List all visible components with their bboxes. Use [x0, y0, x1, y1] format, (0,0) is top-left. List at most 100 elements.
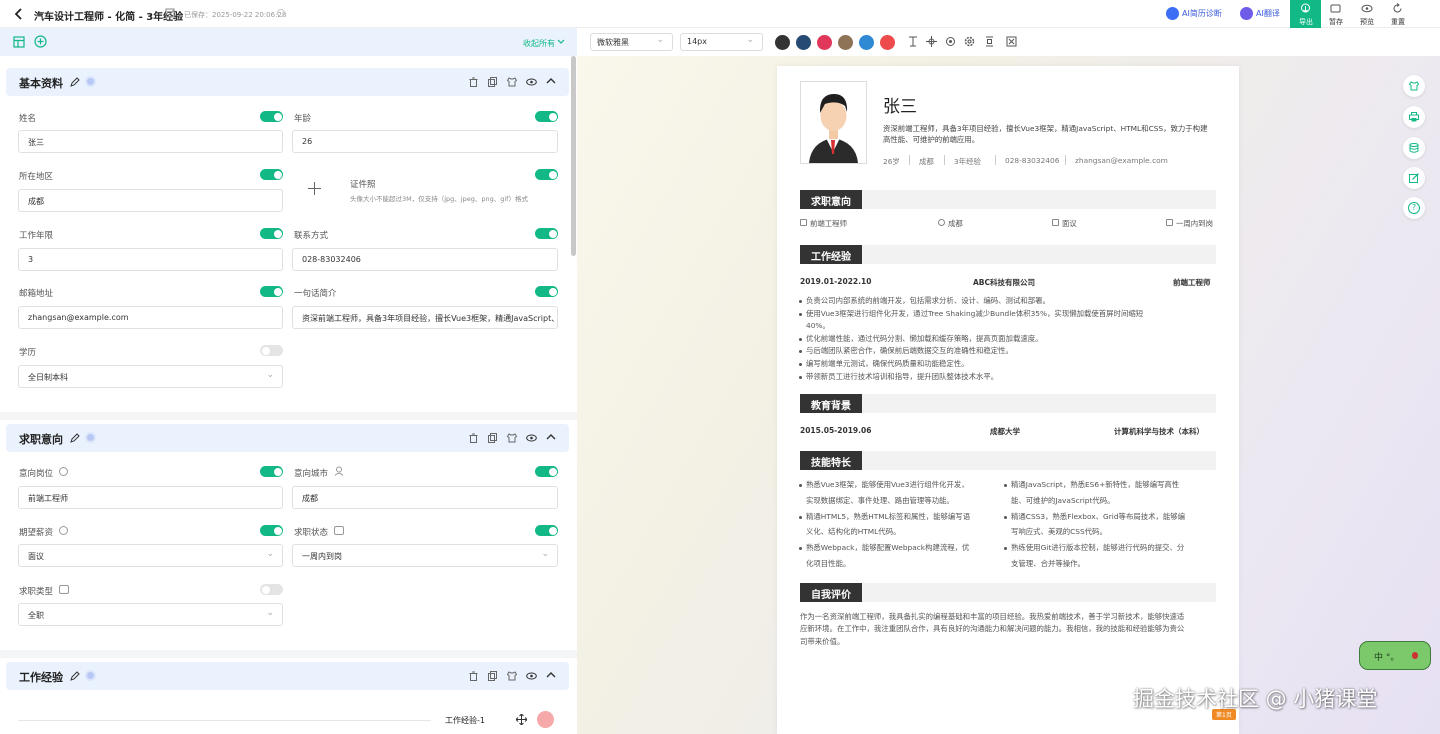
education-toggle[interactable] — [260, 345, 283, 356]
photo-hint: 头像大小不能超过3M，仅支持（jpg、jpeg、png、gif）格式 — [350, 195, 528, 203]
export-button[interactable]: 导出 — [1290, 0, 1321, 28]
collapse-all-button[interactable]: 收起所有 — [523, 38, 555, 49]
collapse-icon[interactable] — [546, 433, 556, 441]
color-swatch[interactable] — [880, 35, 895, 50]
ai-badge-icon[interactable] — [85, 670, 96, 681]
color-swatch[interactable] — [838, 35, 853, 50]
visibility-icon[interactable] — [526, 433, 537, 443]
intro-input[interactable]: 资深前端工程师，具备3年项目经验，擅长Vue3框架，精通JavaScript、H… — [292, 306, 558, 329]
status-value: 一周内到岗 — [302, 552, 342, 561]
skill-line: 熟悉Vue3框架，能够使用Vue3进行组件化开发， — [806, 480, 969, 489]
status-select[interactable]: 一周内到岗 ⌄ — [292, 544, 558, 567]
region-label: 所在地区 — [19, 172, 54, 182]
position-toggle[interactable] — [260, 466, 283, 477]
years-toggle[interactable] — [260, 228, 283, 239]
color-swatch[interactable] — [817, 35, 832, 50]
education-value: 全日制本科 — [28, 373, 68, 382]
align-icon[interactable] — [985, 36, 994, 47]
edit-side-button[interactable] — [1403, 167, 1425, 189]
work-exp-header[interactable]: 工作经验 — [6, 662, 569, 690]
job-intent-title: 求职意向 — [19, 433, 63, 446]
color-swatch[interactable] — [796, 35, 811, 50]
delete-icon[interactable] — [469, 77, 478, 87]
theme-icon[interactable] — [507, 433, 517, 443]
delete-icon[interactable] — [469, 671, 478, 681]
move-icon[interactable] — [926, 36, 937, 47]
basic-info-header[interactable]: 基本资料 — [6, 68, 569, 96]
job-type-toggle[interactable] — [260, 584, 283, 595]
draft-button[interactable]: 暂存 — [1322, 0, 1350, 28]
contact-toggle[interactable] — [535, 228, 558, 239]
region-input[interactable]: 成都 — [18, 189, 283, 212]
skill-line: 能、可维护的JavaScript代码。 — [1011, 495, 1115, 505]
edit-icon[interactable] — [70, 433, 80, 443]
name-input[interactable]: 张三 — [18, 130, 283, 153]
education-select[interactable]: 全日制本科 ⌄ — [18, 365, 283, 388]
email-input[interactable]: zhangsan@example.com — [18, 306, 283, 329]
job-intent-header[interactable]: 求职意向 — [6, 424, 569, 452]
name-toggle[interactable] — [260, 111, 283, 122]
intro-toggle[interactable] — [535, 286, 558, 297]
size-value: 14px — [687, 37, 707, 46]
add-module-icon[interactable] — [34, 35, 47, 48]
size-select[interactable]: 14px ⌄ — [680, 33, 763, 51]
print-side-button[interactable] — [1403, 106, 1425, 128]
age-toggle[interactable] — [535, 111, 558, 122]
font-select[interactable]: 微软雅黑 ⌄ — [590, 33, 673, 51]
copy-icon[interactable] — [488, 433, 497, 443]
help-side-button[interactable]: ? — [1403, 197, 1425, 219]
email-label: 邮箱地址 — [19, 289, 54, 299]
reset-button[interactable]: 重置 — [1384, 0, 1412, 28]
section-bar — [800, 451, 1216, 470]
settings-icon[interactable] — [964, 36, 975, 47]
position-input[interactable]: 前端工程师 — [18, 486, 283, 509]
mascot-widget[interactable]: 中 °。 — [1359, 641, 1431, 670]
collapse-icon[interactable] — [546, 671, 556, 679]
ai-badge-icon[interactable] — [85, 76, 96, 87]
age-input[interactable]: 26 — [292, 130, 558, 153]
contact-input[interactable]: 028-83032406 — [292, 248, 558, 271]
city-input[interactable]: 成都 — [292, 486, 558, 509]
region-toggle[interactable] — [260, 169, 283, 180]
text-style-icon[interactable] — [908, 36, 918, 47]
delete-item-button[interactable] — [537, 711, 554, 728]
copy-icon[interactable] — [488, 671, 497, 681]
email-toggle[interactable] — [260, 286, 283, 297]
theme-icon[interactable] — [507, 671, 517, 681]
work-item-label[interactable]: 工作经验-1 — [445, 715, 485, 726]
years-input[interactable]: 3 — [18, 248, 283, 271]
photo-toggle[interactable] — [535, 169, 558, 180]
skill-line: 支管理、合并等操作。 — [1011, 559, 1085, 568]
edit-icon[interactable] — [70, 671, 80, 681]
color-swatch[interactable] — [775, 35, 790, 50]
photo-upload[interactable] — [295, 171, 335, 207]
layout-icon[interactable] — [13, 36, 25, 48]
salary-select[interactable]: 面议 ⌄ — [18, 544, 283, 567]
bullet-dot — [1004, 515, 1007, 519]
collapse-icon[interactable] — [546, 77, 556, 85]
visibility-icon[interactable] — [526, 77, 537, 87]
meta-divider — [995, 155, 996, 165]
target-icon[interactable] — [945, 36, 956, 47]
city-toggle[interactable] — [535, 466, 558, 477]
ai-badge-icon[interactable] — [85, 432, 96, 443]
edit-title-icon[interactable] — [165, 8, 176, 19]
delete-icon[interactable] — [469, 433, 478, 443]
visibility-icon[interactable] — [526, 671, 537, 681]
database-side-button[interactable] — [1403, 137, 1425, 159]
color-swatch[interactable] — [859, 35, 874, 50]
theme-icon[interactable] — [507, 77, 517, 87]
salary-toggle[interactable] — [260, 525, 283, 536]
intent-item: 面议 — [1062, 219, 1077, 228]
fullscreen-icon[interactable] — [1006, 36, 1017, 47]
drag-handle-icon[interactable] — [516, 714, 527, 725]
edit-icon[interactable] — [70, 77, 80, 87]
eye-icon — [1361, 3, 1373, 14]
copy-icon[interactable] — [488, 77, 497, 87]
theme-side-button[interactable] — [1403, 75, 1425, 97]
job-type-select[interactable]: 全职 ⌄ — [18, 603, 283, 626]
preview-button[interactable]: 预览 — [1353, 0, 1381, 28]
status-toggle[interactable] — [535, 525, 558, 536]
back-icon[interactable] — [14, 8, 24, 20]
editor-scrollbar[interactable] — [571, 56, 576, 256]
